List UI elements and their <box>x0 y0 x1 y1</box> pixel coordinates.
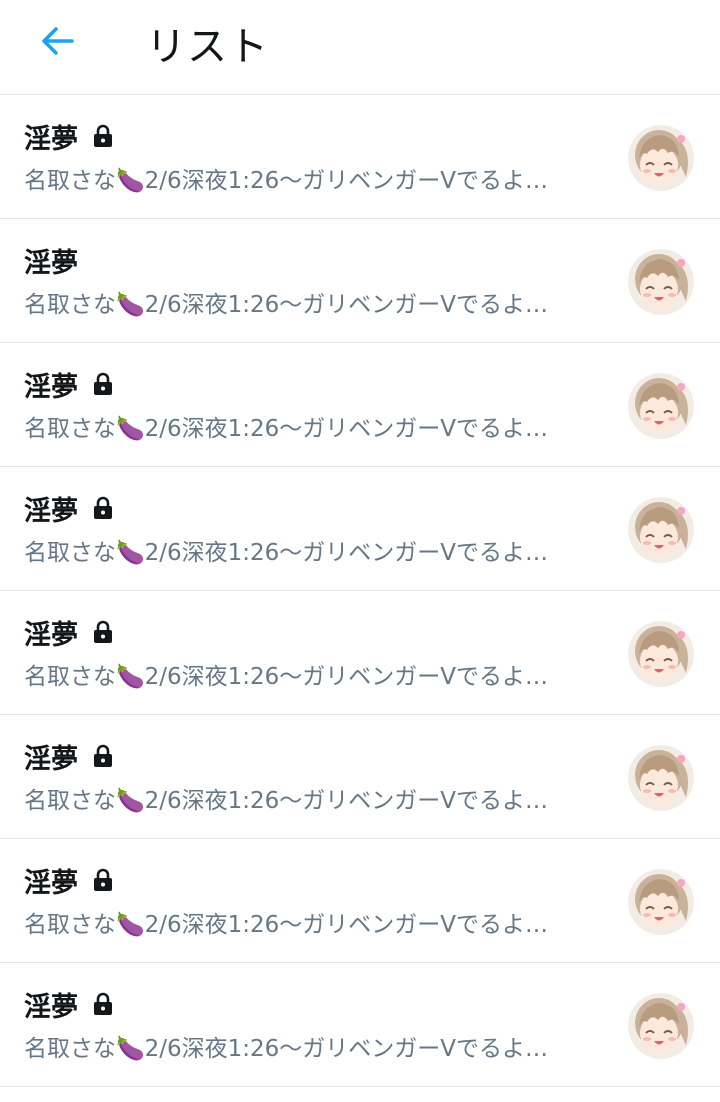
list-name-line: 淫夢 <box>24 117 116 155</box>
list-name: 淫夢 <box>24 123 78 155</box>
list-description: 名取さな🍆2/6深夜1:26〜ガリベンガーVでるよ… <box>24 416 549 442</box>
page-title: リスト <box>146 24 269 70</box>
avatar-image <box>628 497 694 563</box>
list-name-line: 淫夢 <box>24 737 116 775</box>
list-name: 淫夢 <box>24 247 78 279</box>
avatar-image <box>628 249 694 315</box>
top-app-bar: リスト <box>0 0 720 95</box>
list-description: 名取さな🍆2/6深夜1:26〜ガリベンガーVでるよ… <box>24 664 549 690</box>
avatar <box>628 993 694 1059</box>
lock-icon <box>94 620 112 643</box>
list-item[interactable]: 淫夢 名取さな🍆2/6深夜1:26〜ガリベンガーVでるよ… <box>0 467 720 591</box>
avatar-image <box>628 621 694 687</box>
list-name: 淫夢 <box>24 371 78 403</box>
arrow-left-icon <box>42 27 74 55</box>
avatar-image <box>628 993 694 1059</box>
list-item[interactable]: 淫夢 名取さな🍆2/6深夜1:26〜ガリベンガーVでるよ… <box>0 219 720 343</box>
list-description: 名取さな🍆2/6深夜1:26〜ガリベンガーVでるよ… <box>24 1036 549 1062</box>
lists-list: 淫夢 名取さな🍆2/6深夜1:26〜ガリベンガーVでるよ… 淫夢 名取さな🍆2/… <box>0 95 720 1087</box>
avatar <box>628 125 694 191</box>
list-name: 淫夢 <box>24 495 78 527</box>
back-button[interactable] <box>30 18 86 64</box>
avatar-image <box>628 373 694 439</box>
avatar <box>628 621 694 687</box>
lock-icon <box>94 744 112 767</box>
list-description: 名取さな🍆2/6深夜1:26〜ガリベンガーVでるよ… <box>24 168 549 194</box>
list-name: 淫夢 <box>24 619 78 651</box>
list-name-line: 淫夢 <box>24 365 116 403</box>
avatar <box>628 497 694 563</box>
list-item[interactable]: 淫夢 名取さな🍆2/6深夜1:26〜ガリベンガーVでるよ… <box>0 343 720 467</box>
avatar <box>628 745 694 811</box>
lock-icon <box>94 372 112 395</box>
list-name: 淫夢 <box>24 867 78 899</box>
lock-icon <box>94 868 112 891</box>
list-description: 名取さな🍆2/6深夜1:26〜ガリベンガーVでるよ… <box>24 540 549 566</box>
avatar <box>628 373 694 439</box>
list-item[interactable]: 淫夢 名取さな🍆2/6深夜1:26〜ガリベンガーVでるよ… <box>0 95 720 219</box>
avatar <box>628 869 694 935</box>
list-name-line: 淫夢 <box>24 985 116 1023</box>
list-description: 名取さな🍆2/6深夜1:26〜ガリベンガーVでるよ… <box>24 912 549 938</box>
list-name-line: 淫夢 <box>24 613 116 651</box>
list-item[interactable]: 淫夢 名取さな🍆2/6深夜1:26〜ガリベンガーVでるよ… <box>0 591 720 715</box>
lock-icon <box>94 496 112 519</box>
list-name: 淫夢 <box>24 743 78 775</box>
list-name-line: 淫夢 <box>24 861 116 899</box>
avatar-image <box>628 745 694 811</box>
list-item[interactable]: 淫夢 名取さな🍆2/6深夜1:26〜ガリベンガーVでるよ… <box>0 963 720 1087</box>
list-name: 淫夢 <box>24 991 78 1023</box>
list-name-line: 淫夢 <box>24 489 116 527</box>
list-description: 名取さな🍆2/6深夜1:26〜ガリベンガーVでるよ… <box>24 788 549 814</box>
lock-icon <box>94 124 112 147</box>
avatar <box>628 249 694 315</box>
avatar-image <box>628 869 694 935</box>
list-name-line: 淫夢 <box>24 241 78 279</box>
list-description: 名取さな🍆2/6深夜1:26〜ガリベンガーVでるよ… <box>24 292 549 318</box>
lock-icon <box>94 992 112 1015</box>
list-item[interactable]: 淫夢 名取さな🍆2/6深夜1:26〜ガリベンガーVでるよ… <box>0 839 720 963</box>
avatar-image <box>628 125 694 191</box>
list-item[interactable]: 淫夢 名取さな🍆2/6深夜1:26〜ガリベンガーVでるよ… <box>0 715 720 839</box>
